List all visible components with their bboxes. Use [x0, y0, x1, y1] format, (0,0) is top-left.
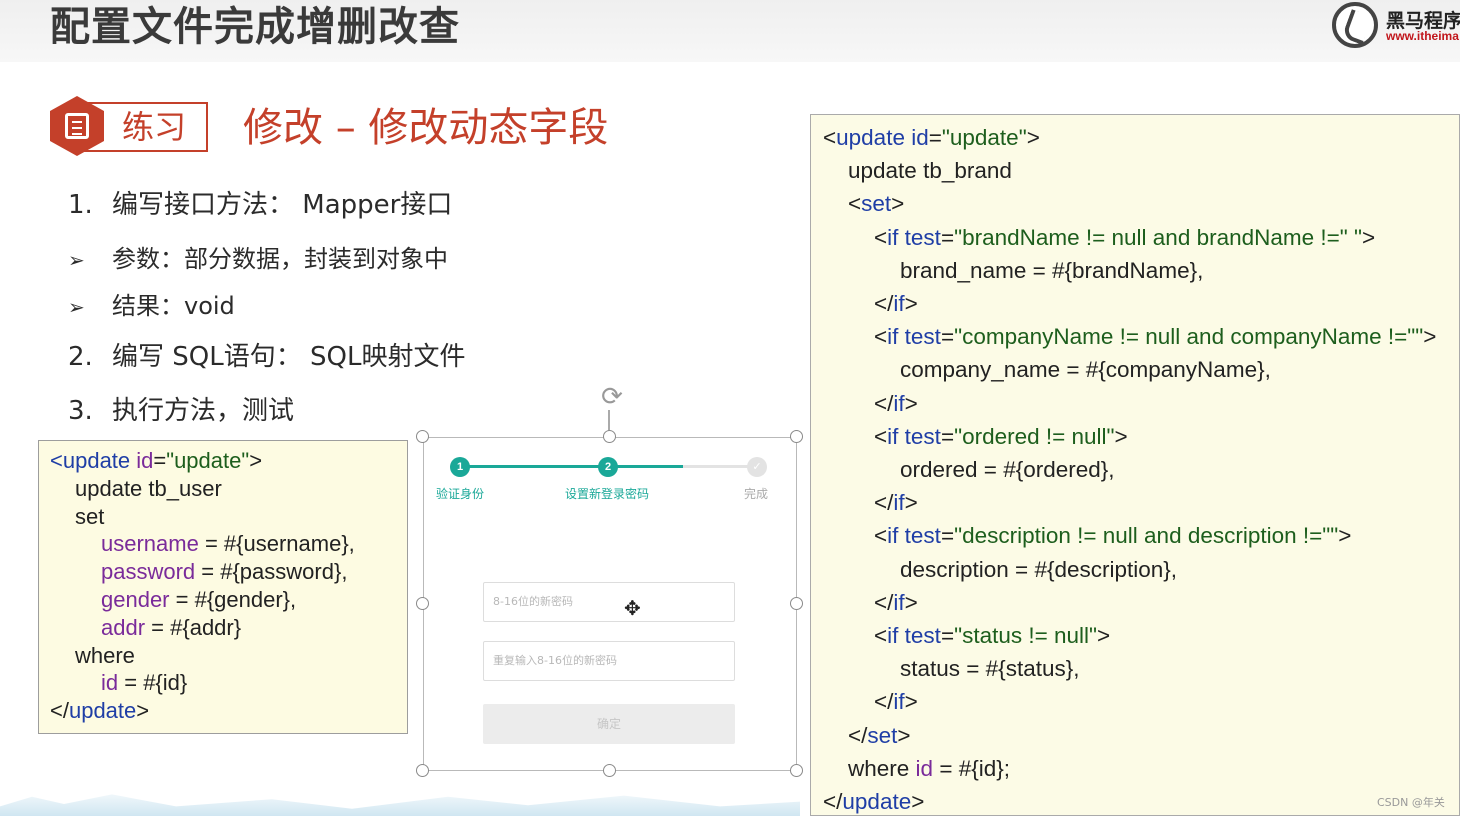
section-title: 修改 – 修改动态字段 [243, 105, 609, 151]
step-text: 执行方法，测试 [112, 396, 295, 426]
confirm-button[interactable]: 确定 [483, 704, 735, 744]
step-bullet: ➢ 结果：void [68, 286, 235, 321]
code-line: </if> [874, 490, 918, 516]
code-line: <update id="update"> [50, 448, 263, 473]
repeat-password-input[interactable]: 重复输入8-16位的新密码 [483, 641, 735, 681]
step-bullet: ➢ 参数：部分数据，封装到对象中 [68, 239, 448, 274]
code-line: </if> [874, 291, 918, 317]
code-line: <if test="ordered != null"> [874, 423, 1128, 449]
code-line: status = #{status}, [900, 656, 1080, 682]
code-line: set [75, 503, 105, 529]
code-line: addr = #{addr} [101, 614, 242, 640]
step-1-dot: 1 [450, 457, 470, 477]
slide-title: 配置文件完成增删改查 [50, 4, 460, 50]
code-line: id = #{id} [101, 670, 188, 696]
step-2-label: 设置新登录密码 [565, 487, 650, 501]
code-line: <update id="update"> [823, 125, 1040, 150]
arrow-bullet-icon: ➢ [68, 295, 85, 319]
logo-url: www.itheima [1386, 29, 1459, 43]
code-line: </if> [874, 589, 918, 615]
code-line: <if test="brandName != null and brandNam… [874, 224, 1376, 250]
step-number: 3. [68, 396, 93, 426]
code-line: where [75, 642, 135, 668]
code-line: ordered = #{ordered}, [900, 457, 1115, 483]
resize-handle[interactable] [416, 764, 429, 777]
arrow-bullet-icon: ➢ [68, 248, 85, 272]
code-line: <if test="companyName != null and compan… [874, 324, 1437, 350]
practice-tag: 练习 [50, 96, 208, 156]
code-line: password = #{password}, [101, 559, 348, 585]
code-line: </update> [50, 698, 150, 724]
resize-handle[interactable] [416, 430, 429, 443]
resize-handle[interactable] [790, 597, 803, 610]
step-item: 3. 执行方法，测试 [68, 390, 294, 427]
move-cursor-icon: ✥ [624, 598, 641, 620]
code-line: <set> [848, 191, 905, 217]
code-line: where id = #{id}; [848, 755, 1011, 781]
step-item: 2. 编写 SQL语句： SQL映射文件 [68, 336, 465, 373]
practice-label: 练习 [122, 108, 187, 146]
code-line: </if> [874, 390, 918, 416]
brand-logo: 黑马程序 www.itheima [1330, 0, 1460, 50]
step-number: 2. [68, 342, 93, 372]
watermark: CSDN @年关 [1377, 796, 1445, 809]
step-3-label: 完成 [744, 487, 769, 501]
resize-handle[interactable] [790, 430, 803, 443]
resize-handle[interactable] [603, 764, 616, 777]
step-item: 1. 编写接口方法： Mapper接口 [68, 184, 452, 221]
code-line: </if> [874, 689, 918, 715]
step-number: 1. [68, 190, 93, 220]
rotate-handle-icon[interactable]: ⟳ [597, 381, 627, 411]
resize-handle[interactable] [603, 430, 616, 443]
code-line: brand_name = #{brandName}, [900, 257, 1204, 283]
code-line: <if test="status != null"> [874, 623, 1111, 649]
code-line: </set> [848, 722, 911, 748]
code-block-user: <update id="update"> update tb_user set … [38, 440, 408, 734]
step-text: 结果：void [112, 292, 235, 320]
code-line: </update> [823, 789, 925, 815]
step-1-label: 验证身份 [436, 487, 485, 501]
new-password-input[interactable]: 8-16位的新密码 [483, 582, 735, 622]
code-line: company_name = #{companyName}, [900, 357, 1271, 383]
step-2-dot: 2 [598, 457, 618, 477]
horse-logo-icon [1332, 2, 1378, 48]
code-block-brand: <update id="update"> update tb_brand <se… [810, 114, 1460, 816]
step-text: 编写 SQL语句： SQL映射文件 [112, 342, 466, 372]
resize-handle[interactable] [790, 764, 803, 777]
decorative-hills [0, 794, 800, 816]
code-line: gender = #{gender}, [101, 586, 297, 612]
step-text: 参数：部分数据，封装到对象中 [112, 245, 448, 273]
code-line: username = #{username}, [101, 531, 355, 557]
resize-handle[interactable] [416, 597, 429, 610]
code-line: description = #{description}, [900, 556, 1178, 582]
check-icon: ✓ [747, 457, 767, 477]
step-text: 编写接口方法： Mapper接口 [112, 190, 453, 220]
code-line: <if test="description != null and descri… [874, 523, 1352, 549]
code-line: update tb_brand [848, 158, 1012, 184]
progress-fill [460, 465, 683, 468]
code-line: update tb_user [75, 475, 222, 501]
